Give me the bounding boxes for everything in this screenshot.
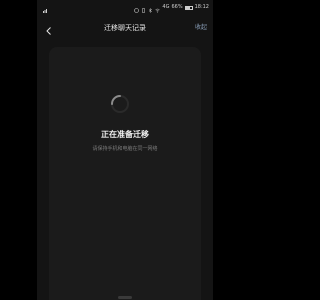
battery-percent: 66%	[171, 4, 183, 10]
page-title: 迁移聊天记录	[104, 24, 146, 32]
nav-bar: 迁移聊天记录 收起	[37, 17, 213, 39]
alarm-icon	[134, 5, 140, 13]
status-time: 18:12	[194, 4, 209, 10]
signal-icon	[43, 5, 48, 13]
status-right: 4G 66% 18:12	[134, 0, 209, 15]
loading-spinner-icon	[109, 93, 131, 115]
battery-icon	[184, 5, 193, 10]
home-indicator[interactable]	[118, 296, 132, 299]
battery-fill	[185, 6, 190, 9]
status-left	[43, 0, 48, 15]
phone-screen: 4G 66% 18:12 迁移聊天记录 收起 正在准备迁移 请保持手机和电脑在同…	[37, 0, 213, 300]
vibrate-icon	[141, 5, 146, 13]
signal-text: 4G	[162, 4, 170, 10]
migration-subtitle: 请保持手机和电脑在同一网络	[92, 146, 158, 152]
migration-panel: 正在准备迁移 请保持手机和电脑在同一网络	[49, 47, 201, 300]
status-bar: 4G 66% 18:12	[37, 0, 213, 15]
collapse-button[interactable]: 收起	[195, 21, 207, 35]
wifi-icon	[155, 5, 161, 13]
bluetooth-icon	[148, 5, 153, 14]
migration-title: 正在准备迁移	[101, 130, 149, 139]
